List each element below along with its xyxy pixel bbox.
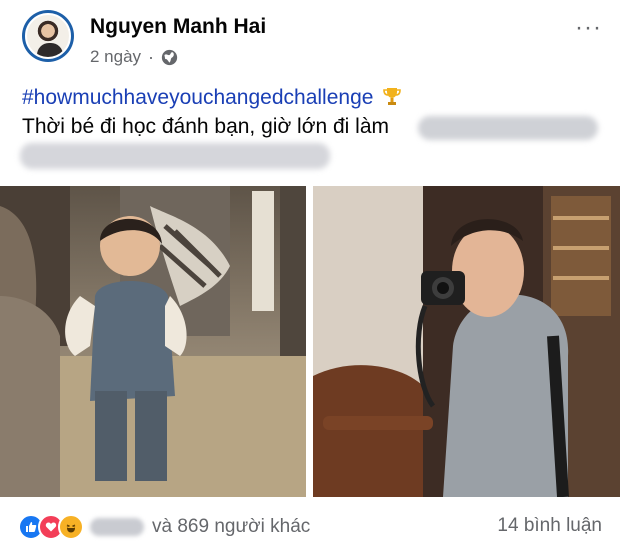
photo-childhood[interactable] bbox=[0, 186, 306, 497]
photo-now[interactable] bbox=[313, 186, 620, 497]
post-time[interactable]: 2 ngày bbox=[90, 47, 141, 67]
meta-separator: · bbox=[148, 47, 155, 67]
post-text: Thời bé đi học đánh bạn, giờ lớn đi làm bbox=[22, 115, 390, 138]
avatar[interactable] bbox=[22, 10, 74, 62]
trophy-icon bbox=[383, 88, 402, 105]
redacted-text bbox=[418, 116, 598, 140]
author-name[interactable]: Nguyen Manh Hai bbox=[90, 15, 266, 39]
redacted-reactor-name bbox=[90, 518, 144, 536]
globe-icon[interactable] bbox=[161, 49, 178, 66]
redacted-text bbox=[20, 143, 330, 169]
post-meta: 2 ngày · bbox=[90, 47, 178, 67]
post-header: Nguyen Manh Hai 2 ngày · ··· bbox=[0, 0, 620, 80]
hashtag-link[interactable]: #howmuchhaveyouchangedchallenge bbox=[22, 86, 402, 110]
reactions-bar[interactable]: và 869 người khác bbox=[18, 514, 310, 540]
hashtag-text[interactable]: #howmuchhaveyouchangedchallenge bbox=[22, 86, 373, 109]
haha-icon bbox=[58, 514, 84, 540]
more-options-button[interactable]: ··· bbox=[575, 14, 602, 42]
comments-count[interactable]: 14 bình luận bbox=[497, 515, 602, 537]
reactions-summary[interactable]: và 869 người khác bbox=[152, 516, 310, 538]
